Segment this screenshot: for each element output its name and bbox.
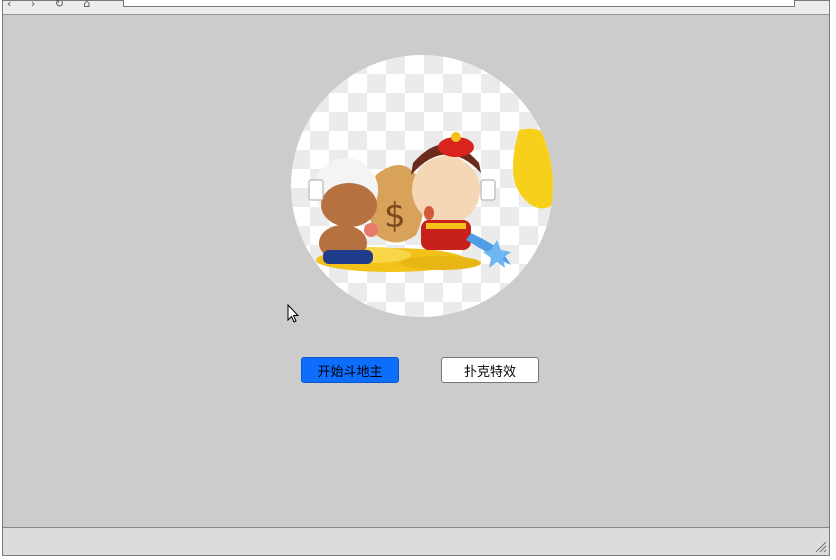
resize-grip-icon[interactable] bbox=[813, 539, 827, 553]
poker-effects-button[interactable]: 扑克特效 bbox=[441, 357, 539, 383]
cartoon-characters-icon: $ bbox=[308, 128, 553, 272]
page-content: $ 开始斗地主 扑克特效 bbox=[3, 17, 829, 529]
mouse-cursor-icon bbox=[287, 304, 300, 323]
svg-text:$: $ bbox=[384, 196, 406, 236]
address-bar[interactable] bbox=[123, 0, 795, 7]
browser-window: ‹ › ↻ ⌂ $ 开始斗地主 扑克特效 bbox=[2, 0, 830, 556]
nav-icons[interactable]: ‹ › ↻ ⌂ bbox=[7, 0, 99, 10]
game-logo-image: $ bbox=[291, 55, 553, 317]
status-bar bbox=[3, 527, 829, 555]
browser-toolbar: ‹ › ↻ ⌂ bbox=[3, 0, 829, 15]
start-landlord-button[interactable]: 开始斗地主 bbox=[301, 357, 399, 383]
